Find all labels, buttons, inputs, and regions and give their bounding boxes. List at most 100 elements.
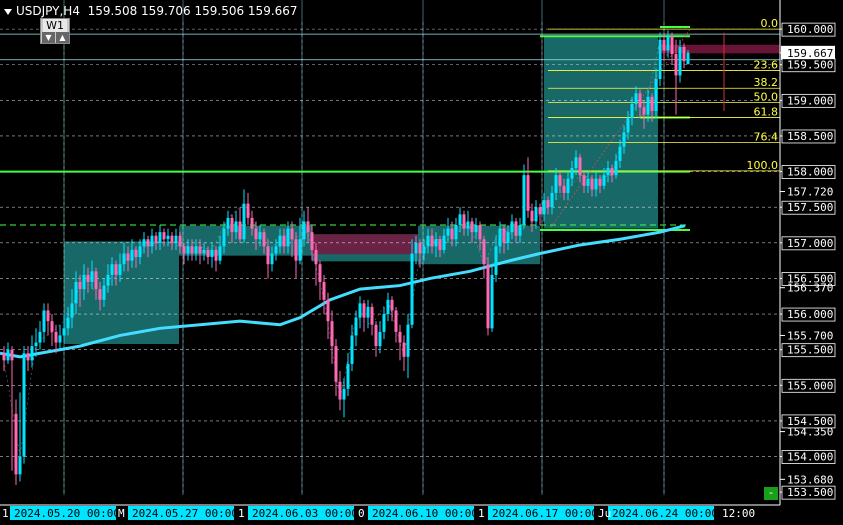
- collapse-minus-button[interactable]: -: [764, 487, 778, 500]
- candle-body: [634, 93, 638, 104]
- candle-body: [538, 207, 542, 215]
- fib-label: 100.0: [747, 159, 779, 172]
- candle-body: [658, 39, 662, 79]
- candle-body: [70, 303, 74, 318]
- candle-body: [18, 456, 22, 475]
- time-label: 2024.06.24 00:00: [612, 507, 718, 520]
- candle-body: [490, 274, 494, 329]
- candle-body: [178, 235, 182, 247]
- candle-body: [98, 289, 102, 300]
- candle: [394, 306, 398, 343]
- timeframe-widget[interactable]: W1 ▼ ▲: [40, 18, 70, 44]
- candle-body: [466, 221, 470, 229]
- candle-body: [562, 185, 566, 193]
- candle-body: [578, 157, 582, 176]
- ohlc-values: 159.508 159.706 159.506 159.667: [87, 4, 298, 18]
- candle-body: [46, 310, 50, 322]
- candle-body: [358, 303, 362, 318]
- candle: [18, 392, 22, 482]
- candle-body: [314, 249, 318, 265]
- fib-label: 50.0: [754, 90, 779, 103]
- candle-body: [674, 54, 678, 76]
- time-fragment: Ju: [598, 507, 611, 520]
- zone-5: [544, 36, 658, 229]
- fib-label: 23.6: [754, 58, 779, 71]
- candle-body: [534, 207, 538, 222]
- candle: [42, 303, 46, 343]
- candle-body: [130, 249, 134, 261]
- candle-body: [246, 203, 250, 218]
- candle-body: [174, 235, 178, 243]
- candle-body: [414, 242, 418, 254]
- candle-body: [342, 388, 346, 400]
- candle-body: [546, 200, 550, 208]
- fib-label: 0.0: [761, 17, 779, 30]
- candle-body: [462, 214, 466, 229]
- candle-body: [366, 306, 370, 318]
- candle: [30, 335, 34, 368]
- candle-body: [310, 232, 314, 250]
- candle-body: [150, 235, 154, 247]
- candle: [358, 296, 362, 329]
- candle-body: [50, 321, 54, 332]
- price-label: 153.680: [787, 473, 833, 486]
- candle-body: [434, 239, 438, 247]
- candle-body: [294, 239, 298, 261]
- candle-body: [566, 178, 570, 193]
- price-label: 159.000: [787, 94, 833, 107]
- candle: [318, 260, 322, 300]
- candle-body: [354, 317, 358, 336]
- time-label: 2024.05.27 00:00: [132, 507, 238, 520]
- triangle-up-icon[interactable]: ▲: [56, 32, 69, 43]
- candle-body: [638, 93, 642, 108]
- price-axis: 160.000159.667159.500159.000158.500158.0…: [779, 0, 843, 525]
- candle-body: [410, 253, 414, 325]
- candle: [22, 346, 26, 464]
- zone-maroon-1: [312, 234, 418, 255]
- candle-body: [106, 274, 110, 286]
- candle: [322, 274, 326, 315]
- price-label: 153.500: [787, 486, 833, 499]
- time-fragment: 1: [238, 507, 245, 520]
- candle-body: [334, 346, 338, 382]
- candle: [50, 314, 54, 347]
- candle-body: [154, 235, 158, 243]
- candle-body: [670, 36, 674, 55]
- candle-body: [678, 46, 682, 76]
- candle-body: [242, 203, 246, 240]
- candle: [378, 321, 382, 354]
- candle: [214, 246, 218, 272]
- candle-body: [618, 146, 622, 161]
- price-axis-bg: [780, 0, 843, 525]
- candle: [362, 299, 366, 332]
- time-fragment: 1: [2, 507, 9, 520]
- triangle-down-icon[interactable]: ▼: [42, 32, 55, 43]
- candle-body: [190, 246, 194, 254]
- candle-body: [122, 253, 126, 265]
- candle: [522, 164, 526, 229]
- candle-body: [498, 228, 502, 247]
- candle-body: [606, 168, 610, 176]
- chart-menu-triangle-icon[interactable]: [4, 8, 12, 15]
- candle-body: [526, 175, 530, 211]
- candle-body: [662, 39, 666, 51]
- candle: [482, 235, 486, 279]
- candle-body: [346, 363, 350, 389]
- candle-body: [390, 299, 394, 311]
- candle-body: [514, 221, 518, 236]
- price-chart[interactable]: 0.023.638.250.061.876.4100.0160.000159.6…: [0, 0, 843, 525]
- candle-body: [622, 132, 626, 147]
- price-label: 155.500: [787, 344, 833, 357]
- price-label: 157.500: [787, 201, 833, 214]
- candle-body: [602, 175, 606, 186]
- candle-body: [66, 317, 70, 329]
- candle: [342, 378, 346, 418]
- candle-body: [26, 353, 30, 361]
- candle-body: [282, 235, 286, 247]
- candle-body: [126, 253, 130, 261]
- timeframe-label: W1: [43, 19, 67, 32]
- candle-body: [474, 225, 478, 233]
- candle-body: [614, 160, 618, 176]
- candle-body: [202, 249, 206, 254]
- candle: [374, 321, 378, 357]
